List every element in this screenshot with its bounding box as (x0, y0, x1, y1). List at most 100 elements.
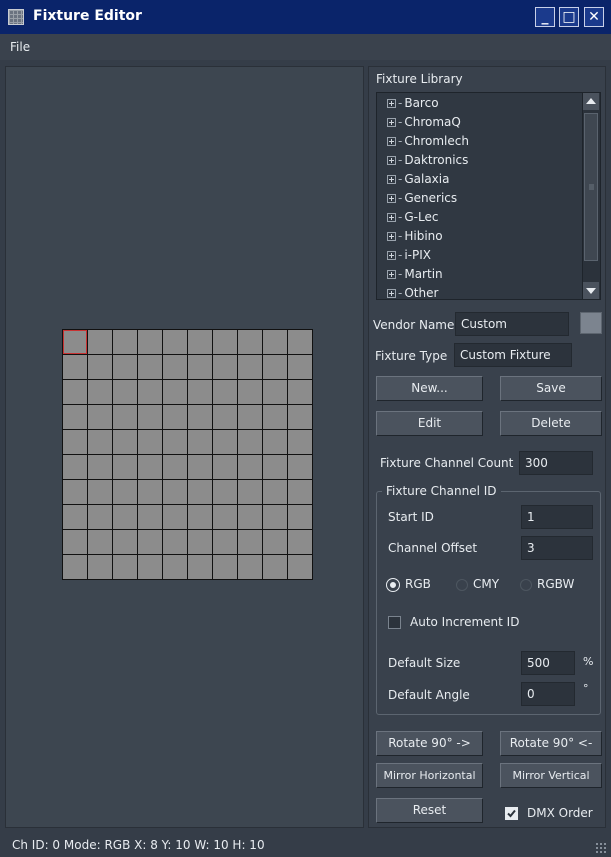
grid-cell[interactable] (113, 530, 137, 554)
grid-cell[interactable] (238, 330, 262, 354)
grid-cell[interactable] (88, 355, 112, 379)
scroll-down-button[interactable] (583, 282, 599, 299)
tree-item[interactable]: - i-PIX (387, 248, 431, 267)
grid-cell[interactable] (188, 330, 212, 354)
rotate-cw-button[interactable]: Rotate 90° -> (376, 731, 483, 756)
grid-cell[interactable] (238, 555, 262, 579)
tree-item[interactable]: - Martin (387, 267, 443, 286)
grid-cell[interactable] (188, 555, 212, 579)
default-angle-field[interactable]: 0 (521, 682, 575, 706)
dmx-order-checkbox[interactable] (505, 807, 518, 820)
grid-cell[interactable] (263, 555, 287, 579)
grid-cell[interactable] (63, 380, 87, 404)
grid-cell[interactable] (63, 430, 87, 454)
grid-cell[interactable] (213, 405, 237, 429)
close-button[interactable]: ✕ (584, 7, 604, 27)
grid-cell[interactable] (238, 505, 262, 529)
grid-cell[interactable] (138, 430, 162, 454)
fixture-library-tree[interactable]: - Barco - ChromaQ - Chromlech - Daktronics - Gala… (376, 92, 601, 300)
grid-cell[interactable] (188, 455, 212, 479)
tree-scrollbar[interactable] (582, 93, 600, 299)
grid-cell[interactable] (88, 480, 112, 504)
grid-cell[interactable] (88, 380, 112, 404)
grid-cell[interactable] (263, 455, 287, 479)
auto-increment-checkbox[interactable] (388, 616, 401, 629)
grid-cell[interactable] (88, 405, 112, 429)
grid-cell[interactable] (288, 505, 312, 529)
menu-file[interactable]: File (10, 40, 30, 54)
grid-cell[interactable] (213, 530, 237, 554)
grid-cell[interactable] (88, 530, 112, 554)
grid-cell[interactable] (213, 555, 237, 579)
grid-cell[interactable] (238, 380, 262, 404)
grid-cell[interactable] (138, 455, 162, 479)
grid-cell[interactable] (163, 405, 187, 429)
grid-cell[interactable] (88, 455, 112, 479)
grid-cell[interactable] (288, 555, 312, 579)
grid-cell[interactable] (213, 430, 237, 454)
grid-cell[interactable] (288, 405, 312, 429)
edit-button[interactable]: Edit (376, 411, 483, 436)
grid-cell[interactable] (263, 330, 287, 354)
expand-plus-icon[interactable] (387, 213, 396, 222)
grid-cell[interactable] (263, 480, 287, 504)
tree-item[interactable]: - G-Lec (387, 210, 438, 229)
maximize-button[interactable]: □ (559, 7, 579, 27)
grid-cell[interactable] (263, 505, 287, 529)
grid-cell[interactable] (63, 555, 87, 579)
grid-cell[interactable] (263, 405, 287, 429)
fixture-type-field[interactable]: Custom Fixture (454, 343, 572, 367)
grid-cell[interactable] (88, 330, 112, 354)
grid-cell[interactable] (238, 430, 262, 454)
grid-cell[interactable] (288, 330, 312, 354)
tree-item[interactable]: - Daktronics (387, 153, 468, 172)
grid-cell[interactable] (138, 405, 162, 429)
grid-cell[interactable] (138, 355, 162, 379)
grid-cell[interactable] (288, 430, 312, 454)
tree-item[interactable]: - Galaxia (387, 172, 449, 191)
tree-item[interactable]: - Other (387, 286, 438, 305)
grid-cell[interactable] (213, 455, 237, 479)
grid-cell[interactable] (163, 505, 187, 529)
expand-plus-icon[interactable] (387, 99, 396, 108)
radio-rgb[interactable] (386, 578, 400, 592)
grid-cell[interactable] (113, 330, 137, 354)
save-button[interactable]: Save (500, 376, 602, 401)
grid-cell[interactable] (138, 555, 162, 579)
fixture-grid[interactable] (62, 329, 313, 580)
grid-cell[interactable] (113, 380, 137, 404)
expand-plus-icon[interactable] (387, 137, 396, 146)
delete-button[interactable]: Delete (500, 411, 602, 436)
grid-cell[interactable] (138, 505, 162, 529)
grid-cell[interactable] (88, 505, 112, 529)
grid-cell[interactable] (138, 380, 162, 404)
expand-plus-icon[interactable] (387, 118, 396, 127)
grid-cell[interactable] (263, 530, 287, 554)
grid-cell[interactable] (288, 380, 312, 404)
grid-cell[interactable] (213, 330, 237, 354)
grid-cell[interactable] (63, 505, 87, 529)
grid-cell[interactable] (113, 480, 137, 504)
grid-cell[interactable] (163, 455, 187, 479)
grid-cell[interactable] (238, 405, 262, 429)
channel-offset-field[interactable]: 3 (521, 536, 593, 560)
grid-cell[interactable] (113, 505, 137, 529)
scroll-thumb[interactable] (584, 113, 598, 261)
expand-plus-icon[interactable] (387, 156, 396, 165)
grid-cell-selected[interactable] (63, 330, 87, 354)
grid-cell[interactable] (188, 380, 212, 404)
expand-plus-icon[interactable] (387, 289, 396, 298)
grid-cell[interactable] (288, 355, 312, 379)
mirror-horizontal-button[interactable]: Mirror Horizontal (376, 763, 483, 788)
grid-cell[interactable] (213, 505, 237, 529)
grid-cell[interactable] (238, 455, 262, 479)
grid-cell[interactable] (188, 480, 212, 504)
grid-cell[interactable] (138, 480, 162, 504)
grid-cell[interactable] (88, 555, 112, 579)
expand-plus-icon[interactable] (387, 232, 396, 241)
start-id-field[interactable]: 1 (521, 505, 593, 529)
expand-plus-icon[interactable] (387, 175, 396, 184)
grid-cell[interactable] (163, 330, 187, 354)
vendor-color-swatch[interactable] (580, 312, 602, 334)
grid-cell[interactable] (188, 430, 212, 454)
